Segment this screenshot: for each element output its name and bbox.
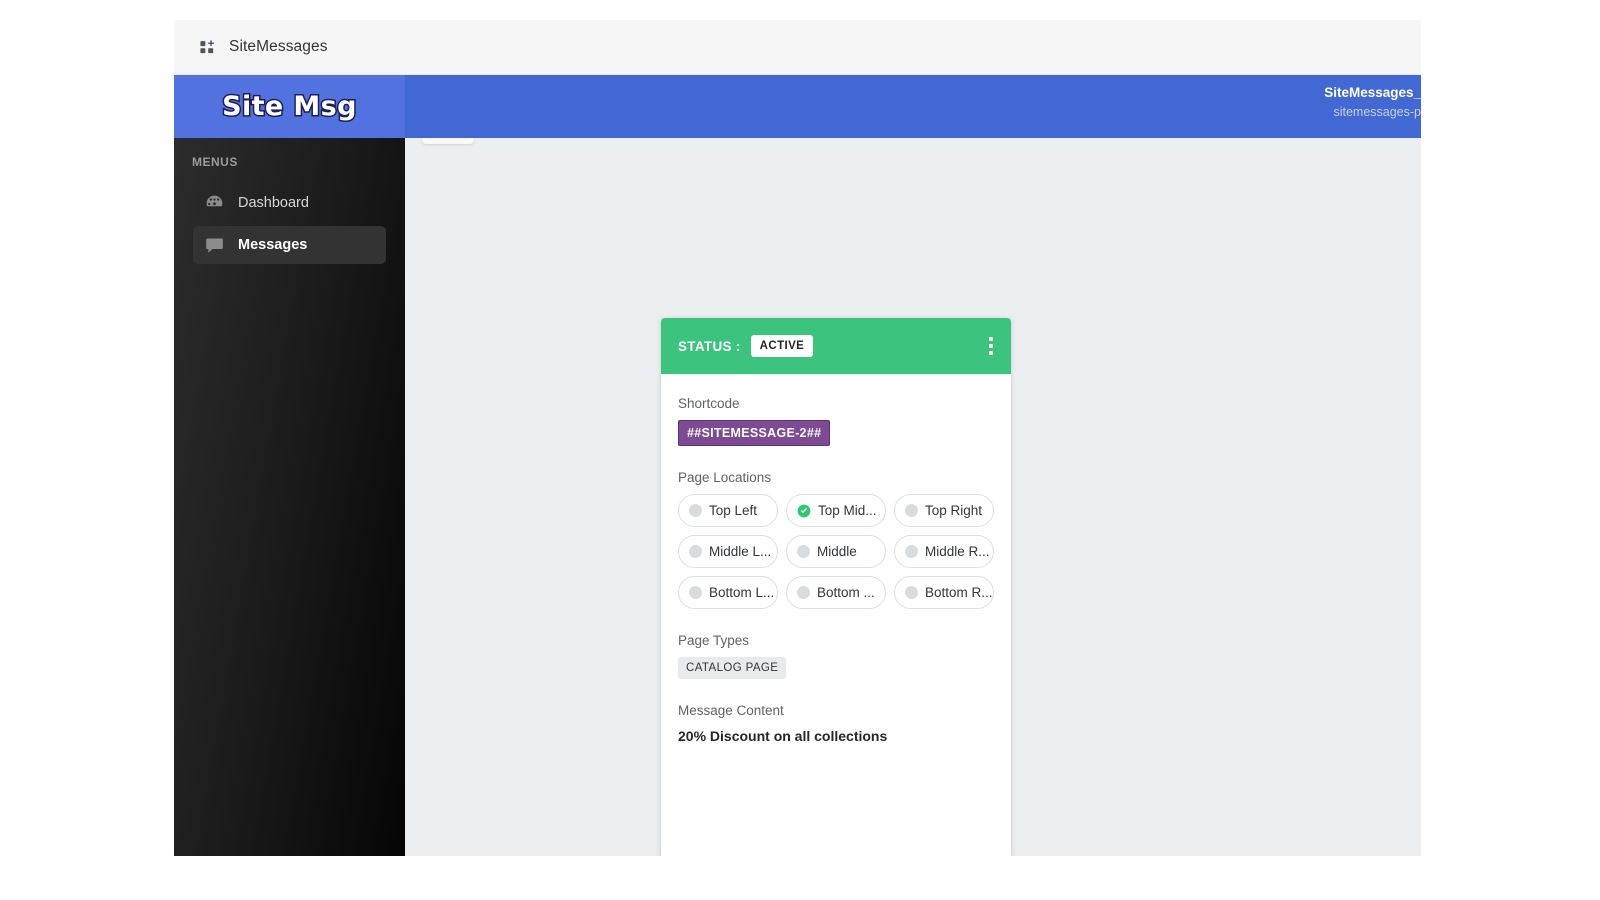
radio-off-icon (689, 586, 702, 599)
page-types-label: Page Types (678, 633, 750, 648)
page-types-section: Page Types CATALOG PAGE (678, 633, 994, 679)
check-circle-icon (797, 504, 811, 518)
card-body: Shortcode ##SITEMESSAGE-2## Page Locatio… (661, 374, 1011, 856)
sidebar-item-label-messages: Messages (238, 237, 308, 253)
radio-off-icon (797, 586, 810, 599)
location-label: Bottom L... (709, 585, 775, 600)
page-locations-label: Page Locations (678, 470, 772, 485)
status-badge: ACTIVE (750, 335, 814, 357)
page-type-badge: CATALOG PAGE (678, 657, 787, 679)
location-label: Bottom ... (817, 585, 875, 600)
ghost-button[interactable] (422, 138, 474, 144)
location-label: Top Left (709, 503, 758, 518)
location-label: Middle L... (709, 544, 772, 559)
account-subtitle: sitemessages-p (1333, 105, 1421, 120)
account-info[interactable]: SiteMessages_ sitemessages-p (1301, 83, 1421, 122)
location-label: Top Mid... (818, 503, 877, 518)
page-locations-section: Page Locations Top Left Top Mid... Top R… (678, 470, 994, 609)
brand-logo-text: Site Msg (221, 90, 358, 124)
location-pill-bottom-middle[interactable]: Bottom ... (786, 576, 886, 609)
radio-off-icon (689, 504, 702, 517)
page-locations-grid: Top Left Top Mid... Top Right Middle L..… (678, 494, 994, 609)
card-spacer (678, 744, 994, 854)
location-pill-bottom-right[interactable]: Bottom R... (894, 576, 994, 609)
radio-off-icon (797, 545, 810, 558)
location-pill-middle-right[interactable]: Middle R... (894, 535, 994, 568)
radio-off-icon (905, 545, 918, 558)
sidebar-item-dashboard[interactable]: Dashboard (193, 184, 386, 222)
message-card: STATUS : ACTIVE Shortcode ##SITEMESSAGE-… (661, 318, 1011, 856)
header-band: Site Msg SiteMessages_ sitemessages-p (174, 75, 1421, 138)
location-pill-top-middle[interactable]: Top Mid... (786, 494, 886, 527)
card-header: STATUS : ACTIVE (661, 318, 1011, 374)
dashboard-gauge-icon (204, 193, 225, 214)
location-label: Middle R... (925, 544, 990, 559)
location-pill-top-left[interactable]: Top Left (678, 494, 778, 527)
brand-logo[interactable]: Site Msg (174, 75, 405, 138)
sidebar-item-label-dashboard: Dashboard (238, 195, 309, 211)
location-pill-bottom-left[interactable]: Bottom L... (678, 576, 778, 609)
sidebar-section-label: MENUS (192, 155, 238, 169)
account-name: SiteMessages_ (1324, 85, 1421, 100)
location-label: Top Right (925, 503, 983, 518)
shortcode-value[interactable]: ##SITEMESSAGE-2## (678, 420, 831, 446)
message-content-label: Message Content (678, 703, 784, 718)
shortcode-label: Shortcode (678, 396, 740, 411)
app-title: SiteMessages (229, 38, 328, 55)
location-pill-middle-left[interactable]: Middle L... (678, 535, 778, 568)
message-content-section: Message Content 20% Discount on all coll… (678, 703, 994, 744)
app-window: SiteMessages Site Msg SiteMessages_ site… (174, 20, 1421, 856)
sidebar-menu-list: Dashboard Messages (174, 184, 405, 264)
body-split: MENUS Dashboard Messages STATUS: ACTIVE… (174, 138, 1421, 856)
location-pill-top-right[interactable]: Top Right (894, 494, 994, 527)
shortcode-section: Shortcode ##SITEMESSAGE-2## (678, 396, 994, 446)
sidebar: MENUS Dashboard Messages (174, 138, 405, 856)
location-label: Bottom R... (925, 585, 993, 600)
radio-off-icon (905, 504, 918, 517)
status-label: STATUS : (678, 338, 741, 354)
apps-grid-add-icon (199, 39, 216, 56)
chat-bubble-icon (204, 235, 225, 256)
radio-off-icon (689, 545, 702, 558)
sidebar-item-messages[interactable]: Messages (193, 226, 386, 264)
location-label: Middle (817, 544, 857, 559)
location-pill-middle[interactable]: Middle (786, 535, 886, 568)
content-area: ,,, STATUS : ACTIVE Shortcode ##SITEMESS… (405, 138, 1421, 856)
message-content-value: 20% Discount on all collections (678, 728, 888, 744)
kebab-menu-icon[interactable] (987, 335, 995, 357)
scrolled-toolbar-sliver: ,,, (405, 138, 1421, 148)
app-topbar: SiteMessages (174, 20, 1421, 75)
radio-off-icon (905, 586, 918, 599)
